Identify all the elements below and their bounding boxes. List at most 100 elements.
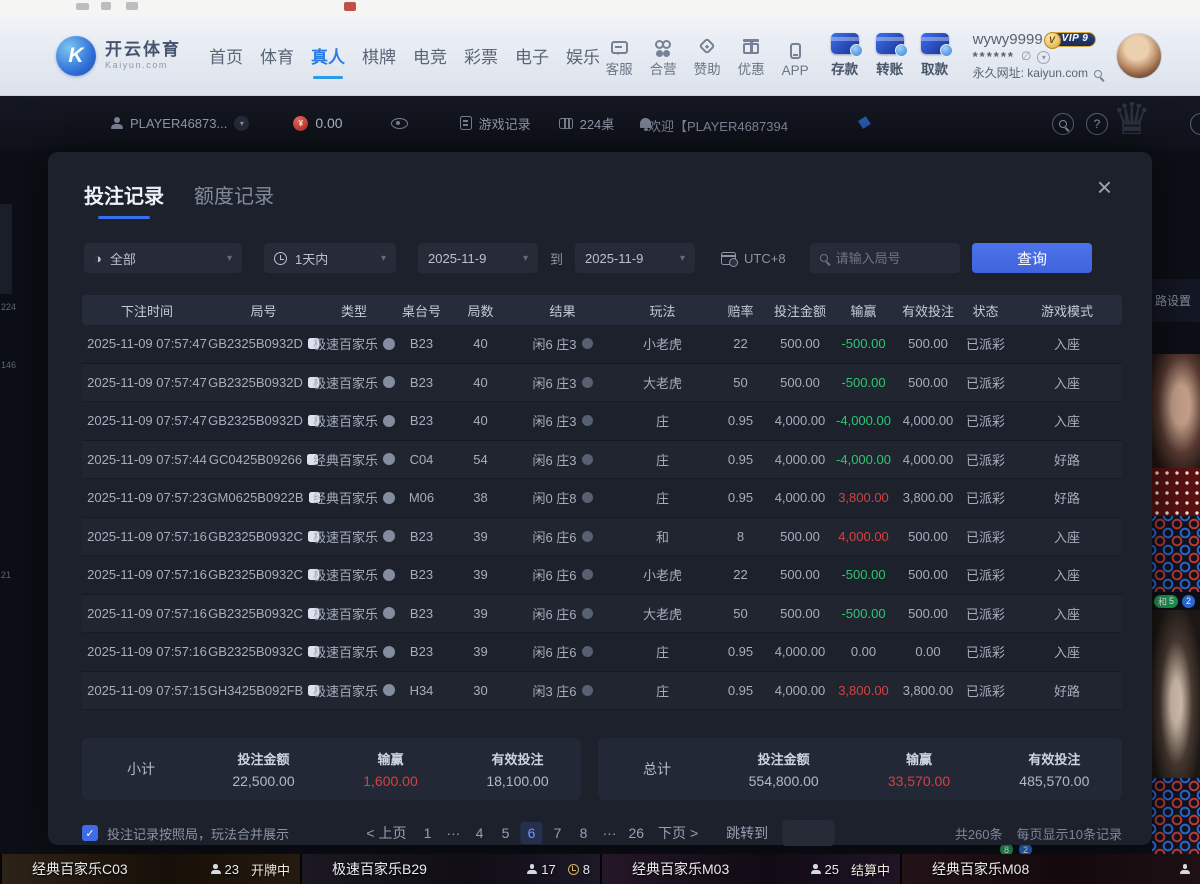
cell-text: 大老虎	[643, 373, 682, 392]
cell-text: 极速百家乐	[313, 334, 378, 353]
user-block[interactable]: wywy9999 VIP 9 ****** ∅ ▾ 永久网址: kaiyun.c…	[973, 31, 1102, 81]
column-round: 局号	[212, 301, 315, 320]
period-select[interactable]: 1天内 ▾	[264, 243, 396, 273]
tables-button[interactable]: 224桌	[559, 114, 615, 133]
cell-text: 4,000.00	[775, 413, 826, 428]
cell-text: GC0425B09266	[209, 452, 302, 467]
result-detail-icon[interactable]	[582, 377, 593, 388]
cell-type: 极速百家乐	[315, 373, 393, 392]
result-detail-icon[interactable]	[582, 646, 593, 657]
nav-item-娱乐[interactable]: 娱乐	[564, 37, 602, 74]
quick-action-赞助[interactable]: 赞助	[694, 34, 721, 78]
cell-text: 30	[473, 683, 487, 698]
result-detail-icon[interactable]	[582, 531, 593, 542]
cell-bet: 500.00	[770, 375, 830, 390]
page-ellipsis[interactable]: ···	[598, 822, 620, 844]
category-select[interactable]: ◑ 全部 ▾	[84, 243, 242, 273]
wallet-action-取款[interactable]: 取款	[921, 33, 949, 78]
column-valid: 有效投注	[897, 301, 959, 320]
prev-page-button[interactable]: < 上页	[360, 822, 412, 844]
cell-text: 2025-11-09 07:57:15	[87, 683, 207, 698]
toggle-balance[interactable]	[391, 118, 408, 129]
search-button[interactable]	[1052, 113, 1074, 135]
cell-text: 2025-11-09 07:57:44	[87, 452, 207, 467]
brand-logo[interactable]: K 开云体育 Kaiyun.com	[56, 36, 181, 76]
nav-item-电竞[interactable]: 电竞	[411, 37, 449, 74]
cell-result: 闲6 庄6	[511, 604, 614, 623]
video-thumb	[1152, 354, 1200, 468]
close-icon[interactable]: ×	[1097, 174, 1112, 200]
jump-page-input[interactable]	[782, 820, 834, 846]
page-ellipsis[interactable]: ···	[442, 822, 464, 844]
live-table-经典百家乐M03[interactable]: 经典百家乐M0325结算中	[600, 854, 900, 884]
player-menu[interactable]: PLAYER46873... ▾	[110, 116, 249, 131]
page-26[interactable]: 26	[624, 822, 648, 844]
eye-off-icon[interactable]: ∅	[1021, 50, 1031, 64]
page-7[interactable]: 7	[546, 822, 568, 844]
column-odds: 赔率	[711, 301, 770, 320]
cell-result: 闲6 庄6	[511, 527, 614, 546]
date-to-select[interactable]: 2025-11-9 ▾	[575, 243, 695, 273]
players-count: 23	[225, 862, 239, 877]
tab-bet-records[interactable]: 投注记录	[84, 180, 164, 219]
nav-item-体育[interactable]: 体育	[258, 37, 296, 74]
chevron-down-icon: ▾	[227, 253, 232, 264]
edge-button[interactable]	[1190, 113, 1200, 135]
cell-text: 0.95	[728, 413, 753, 428]
cell-table: M06	[393, 490, 450, 505]
balance-display[interactable]: ¥ 0.00	[293, 115, 342, 131]
result-detail-icon[interactable]	[582, 492, 593, 503]
nav-item-棋牌[interactable]: 棋牌	[360, 37, 398, 74]
merge-toggle[interactable]: ✓ 投注记录按照局，玩法合并展示	[82, 824, 289, 843]
result-detail-icon[interactable]	[582, 415, 593, 426]
date-from-select[interactable]: 2025-11-9 ▾	[418, 243, 538, 273]
result-detail-icon[interactable]	[582, 685, 593, 696]
cell-play: 庄	[614, 488, 711, 507]
result-detail-icon[interactable]	[582, 338, 593, 349]
column-status: 状态	[959, 301, 1012, 320]
help-button[interactable]: ?	[1086, 113, 1108, 135]
partners-icon	[654, 34, 672, 54]
result-detail-icon[interactable]	[582, 454, 593, 465]
game-record-button[interactable]: 游戏记录	[460, 114, 531, 133]
quick-action-APP[interactable]: APP	[782, 39, 809, 78]
cell-rounds: 39	[450, 644, 511, 659]
nav-item-真人[interactable]: 真人	[309, 37, 347, 74]
quick-action-客服[interactable]: 客服	[606, 34, 633, 78]
cell-text: 入座	[1054, 411, 1080, 430]
page-5[interactable]: 5	[494, 822, 516, 844]
nav-item-首页[interactable]: 首页	[207, 37, 245, 74]
wallet-action-存款[interactable]: 存款	[831, 33, 859, 78]
round-search-input[interactable]	[836, 251, 950, 266]
wallet-action-转账[interactable]: 转账	[876, 33, 904, 78]
crown-decoration: ♛	[1112, 96, 1151, 145]
quick-action-合营[interactable]: 合营	[650, 34, 677, 78]
cell-win: -500.00	[830, 336, 897, 351]
site-header: K 开云体育 Kaiyun.com 首页体育真人棋牌电竞彩票电子娱乐 客服合营赞…	[0, 16, 1200, 96]
cell-valid: 4,000.00	[897, 452, 959, 467]
nav-item-电子[interactable]: 电子	[513, 37, 551, 74]
cell-text: 极速百家乐	[313, 604, 378, 623]
chevron-down-icon[interactable]: ▾	[1037, 51, 1050, 64]
cell-status: 已派彩	[959, 411, 1012, 430]
cell-result: 闲6 庄3	[511, 334, 614, 353]
cell-valid: 500.00	[897, 567, 959, 582]
live-table-经典百家乐M08[interactable]: 经典百家乐M08	[900, 854, 1200, 884]
live-table-经典百家乐C03[interactable]: 经典百家乐C0323开牌中	[0, 854, 300, 884]
checkbox-checked[interactable]: ✓	[82, 825, 98, 841]
coin-icon: ¥	[293, 116, 308, 131]
avatar[interactable]	[1116, 33, 1162, 79]
page-4[interactable]: 4	[468, 822, 490, 844]
page-6[interactable]: 6	[520, 822, 542, 844]
query-button[interactable]: 查询	[972, 243, 1092, 273]
search-icon[interactable]	[1094, 70, 1102, 78]
tab-quota-records[interactable]: 额度记录	[194, 180, 274, 219]
page-8[interactable]: 8	[572, 822, 594, 844]
page-1[interactable]: 1	[416, 822, 438, 844]
nav-item-彩票[interactable]: 彩票	[462, 37, 500, 74]
quick-action-优惠[interactable]: 优惠	[738, 34, 765, 78]
live-table-极速百家乐B29[interactable]: 极速百家乐B29178	[300, 854, 600, 884]
result-detail-icon[interactable]	[582, 608, 593, 619]
next-page-button[interactable]: 下页 >	[652, 822, 704, 844]
result-detail-icon[interactable]	[582, 569, 593, 580]
